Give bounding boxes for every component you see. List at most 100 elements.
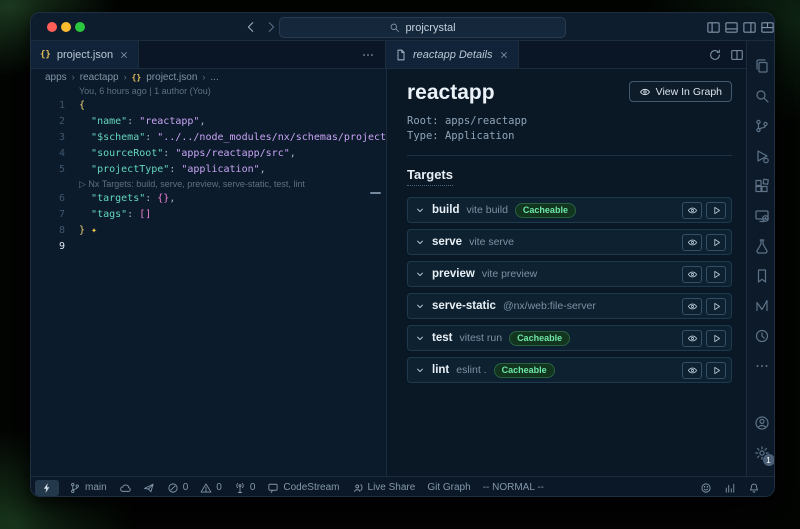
code-line-4[interactable]: 4 "sourceRoot": "apps/reactapp/src", xyxy=(31,146,386,162)
code-line-7[interactable]: 7 "tags": [] xyxy=(31,207,386,223)
chevron-down-icon[interactable] xyxy=(415,365,425,375)
testing-icon[interactable] xyxy=(747,231,776,261)
chevron-down-icon[interactable] xyxy=(415,269,425,279)
code-line-3[interactable]: 3 "$schema": "../../node_modules/nx/sche… xyxy=(31,130,386,146)
code-line-1[interactable]: 1{ xyxy=(31,98,386,114)
play-icon xyxy=(711,237,722,248)
sparkle-icon: ✦ xyxy=(85,225,97,236)
run-target-button[interactable] xyxy=(706,266,726,283)
close-window-button[interactable] xyxy=(47,22,57,32)
editor-project-json[interactable]: You, 6 hours ago | 1 author (You)1{2 "na… xyxy=(31,85,386,476)
show-config-button[interactable] xyxy=(682,202,702,219)
breadcrumb-item-symbol[interactable]: ... xyxy=(210,72,218,83)
target-row-serve[interactable]: servevite serve xyxy=(407,229,732,255)
code-text: "name": "reactapp", xyxy=(79,114,205,130)
show-config-button[interactable] xyxy=(682,266,702,283)
toggle-panel-icon[interactable] xyxy=(724,20,739,35)
nx-console-icon[interactable] xyxy=(747,291,776,321)
account-icon[interactable] xyxy=(747,408,776,438)
target-row-lint[interactable]: linteslint .Cacheable xyxy=(407,357,732,383)
chevron-down-icon[interactable] xyxy=(415,301,425,311)
close-tab-icon[interactable] xyxy=(119,50,129,60)
history-icon[interactable] xyxy=(747,321,776,351)
zoom-window-button[interactable] xyxy=(75,22,85,32)
refresh-icon[interactable] xyxy=(708,48,722,62)
run-target-button[interactable] xyxy=(706,202,726,219)
toggle-secondary-sidebar-icon[interactable] xyxy=(742,20,757,35)
settings-icon[interactable]: 1 xyxy=(747,438,776,468)
close-tab-icon[interactable] xyxy=(499,50,509,60)
blame-codelens[interactable]: You, 6 hours ago | 1 author (You) xyxy=(31,85,386,98)
status-item-remote-indicator[interactable] xyxy=(35,480,59,496)
codelens-text[interactable]: You, 6 hours ago | 1 author (You) xyxy=(79,85,211,98)
code-line-8[interactable]: 8} ✦ xyxy=(31,223,386,239)
code-line-9[interactable]: 9 xyxy=(31,239,386,255)
code-text: "sourceRoot": "apps/reactapp/src", xyxy=(79,146,296,162)
run-target-button[interactable] xyxy=(706,234,726,251)
run-target-button[interactable] xyxy=(706,362,726,379)
target-row-test[interactable]: testvitest runCacheable xyxy=(407,325,732,351)
show-config-button[interactable] xyxy=(682,298,702,315)
token: "tags" xyxy=(91,209,127,220)
minimize-window-button[interactable] xyxy=(61,22,71,32)
back-icon[interactable] xyxy=(244,20,258,34)
eye-icon xyxy=(687,333,698,344)
run-target-button[interactable] xyxy=(706,330,726,347)
toggle-sidebar-icon[interactable] xyxy=(706,20,721,35)
show-config-button[interactable] xyxy=(682,234,702,251)
chevron-down-icon[interactable] xyxy=(415,237,425,247)
codelens-text[interactable]: ▷ Nx Targets: build, serve, preview, ser… xyxy=(79,178,305,191)
source-control-icon[interactable] xyxy=(747,111,776,141)
files-icon[interactable] xyxy=(747,51,776,81)
more-icon[interactable] xyxy=(747,351,776,381)
status-item-git-graph[interactable]: Git Graph xyxy=(421,480,476,496)
token: "../../node_modules/nx/schemas/project-s xyxy=(157,132,386,143)
status-item-vim-mode[interactable]: -- NORMAL -- xyxy=(477,480,550,496)
run-debug-icon[interactable] xyxy=(747,141,776,171)
search-icon[interactable] xyxy=(747,81,776,111)
status-item-errors[interactable]: 0 xyxy=(161,480,195,496)
target-row-serve-static[interactable]: serve-static@nx/web:file-server xyxy=(407,293,732,319)
extensions-icon[interactable] xyxy=(747,171,776,201)
status-item-live-share[interactable]: Live Share xyxy=(346,480,422,496)
status-item-activity-meter[interactable] xyxy=(718,480,742,496)
code-line-5[interactable]: 5 "projectType": "application", xyxy=(31,162,386,178)
command-center-search[interactable]: projcrystal xyxy=(279,17,566,38)
breadcrumb-item-project-json[interactable]: project.json xyxy=(146,72,197,83)
json-file-icon: {} xyxy=(40,50,51,60)
nx-targets-codelens[interactable]: ▷ Nx Targets: build, serve, preview, ser… xyxy=(31,178,386,191)
status-item-warnings[interactable]: 0 xyxy=(194,480,228,496)
show-config-button[interactable] xyxy=(682,330,702,347)
code-line-6[interactable]: 6 "targets": {}, xyxy=(31,191,386,207)
radio-tower-icon xyxy=(234,482,246,494)
target-actions xyxy=(682,298,726,315)
target-command: eslint . xyxy=(456,364,486,376)
target-row-build[interactable]: buildvite buildCacheable xyxy=(407,197,732,223)
more-actions-icon[interactable] xyxy=(361,48,375,62)
status-item-publish[interactable] xyxy=(137,480,161,496)
status-label: 0 xyxy=(250,482,256,493)
target-row-preview[interactable]: previewvite preview xyxy=(407,261,732,287)
chevron-down-icon[interactable] xyxy=(415,333,425,343)
breadcrumb-item-reactapp[interactable]: reactapp xyxy=(80,72,119,83)
view-in-graph-button[interactable]: View In Graph xyxy=(629,81,732,102)
chevron-down-icon[interactable] xyxy=(415,205,425,215)
tab-project-json[interactable]: {} project.json xyxy=(31,41,139,68)
status-item-codestream[interactable]: CodeStream xyxy=(261,480,345,496)
status-item-notifications[interactable] xyxy=(742,480,766,496)
forward-icon[interactable] xyxy=(264,20,278,34)
status-item-git-branch[interactable]: main xyxy=(63,480,113,496)
code-line-2[interactable]: 2 "name": "reactapp", xyxy=(31,114,386,130)
status-item-feedback[interactable] xyxy=(694,480,718,496)
vscode-window: projcrystal {} project.json xyxy=(30,12,775,497)
status-item-ports[interactable]: 0 xyxy=(228,480,262,496)
breadcrumb-item-apps[interactable]: apps xyxy=(45,72,67,83)
remote-explorer-icon[interactable] xyxy=(747,201,776,231)
status-item-sync-cloud[interactable] xyxy=(113,480,137,496)
run-target-button[interactable] xyxy=(706,298,726,315)
show-config-button[interactable] xyxy=(682,362,702,379)
bookmarks-icon[interactable] xyxy=(747,261,776,291)
customize-layout-icon[interactable] xyxy=(760,20,775,35)
split-editor-icon[interactable] xyxy=(730,48,744,62)
tab-reactapp-details[interactable]: reactapp Details xyxy=(386,41,519,68)
